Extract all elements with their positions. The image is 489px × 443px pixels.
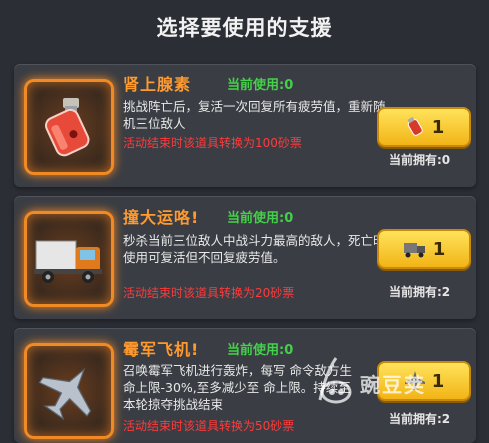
truck-mini-icon [403,243,425,258]
truck-icon [24,211,114,307]
use-support-button[interactable]: 1 [377,107,471,147]
watermark: 豌豆荚 [312,352,462,412]
in-use-count: 当前使用:0 [227,78,294,93]
watermark-text: 豌豆荚 [360,373,426,397]
in-use-count: 当前使用:0 [227,211,294,226]
in-use-count: 当前使用:0 [227,343,294,358]
support-card-adrenaline: 肾上腺素 当前使用:0 挑战阵亡后，复活一次回复所有疲劳值，重新随机三位敌人 活… [14,64,476,187]
page-title: 选择要使用的支援 [156,16,333,40]
use-count: 1 [432,238,446,260]
support-card-truck: 撞大运咯! 当前使用:0 秒杀当前三位敌人中战斗力最高的敌人，死亡时使用可复活但… [14,196,476,319]
owned-count: 当前拥有:2 [389,412,451,426]
support-description: 秒杀当前三位敌人中战斗力最高的敌人，死亡时使用可复活但不回复疲劳值。 [123,233,386,265]
support-name: 肾上腺素 [123,75,192,94]
conversion-note: 活动结束时该道具转换为100砂票 [123,136,302,150]
fighter-jet-icon [24,343,114,439]
support-name: 撞大运咯! [123,208,200,227]
use-count: 1 [431,116,445,138]
adrenaline-bottle-icon [24,79,114,175]
pea-logo-icon [318,357,352,404]
use-support-button[interactable]: 1 [377,229,471,269]
support-description: 挑战阵亡后，复活一次回复所有疲劳值，重新随机三位敌人 [123,99,386,131]
conversion-note: 活动结束时该道具转换为50砂票 [123,419,295,433]
adrenaline-mini-icon [407,116,423,136]
conversion-note: 活动结束时该道具转换为20砂票 [123,286,295,300]
owned-count: 当前拥有:0 [389,153,451,167]
support-name: 霉军飞机! [123,340,200,359]
owned-count: 当前拥有:2 [389,285,451,299]
